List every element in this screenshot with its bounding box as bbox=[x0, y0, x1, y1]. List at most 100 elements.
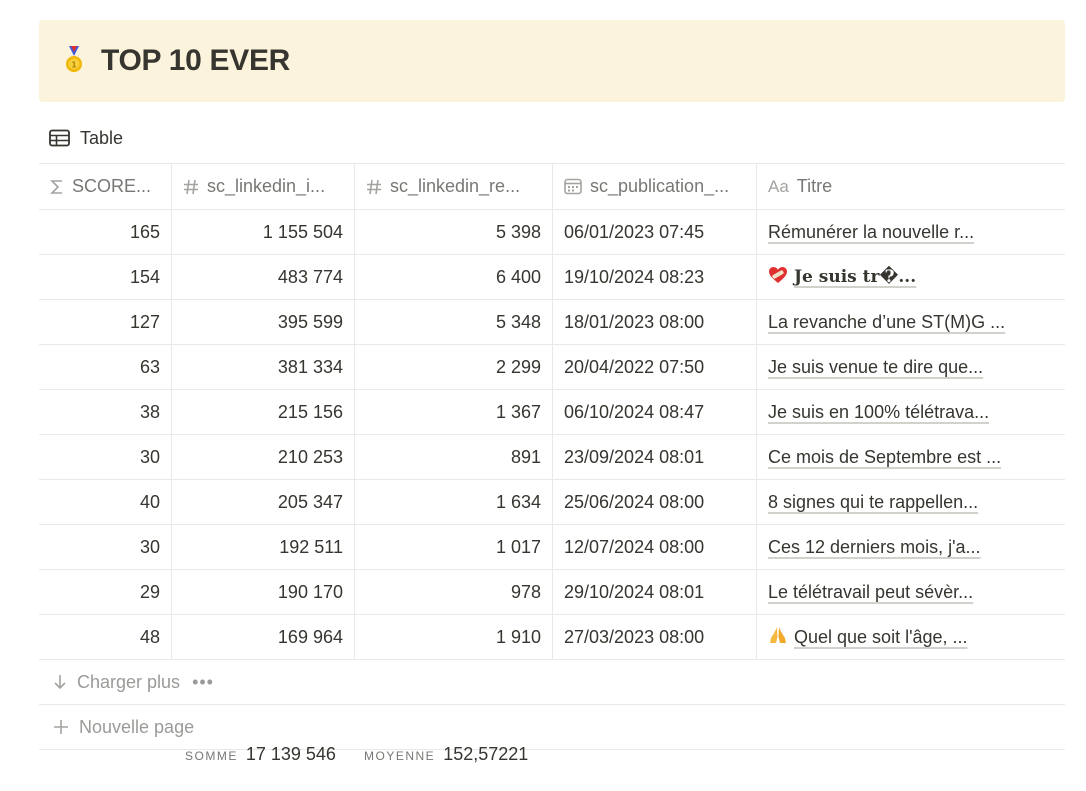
impressions-cell[interactable]: 192 511 bbox=[172, 525, 355, 569]
load-more-button[interactable]: Charger plus ••• bbox=[39, 660, 1065, 705]
impressions-cell[interactable]: 215 156 bbox=[172, 390, 355, 434]
column-header-impressions[interactable]: sc_linkedin_i... bbox=[172, 164, 355, 209]
title-cell[interactable]: Le télétravail peut sévèr... bbox=[757, 570, 1065, 614]
calendar-icon bbox=[564, 178, 582, 195]
score-cell[interactable]: 165 bbox=[39, 210, 172, 254]
column-header-titre[interactable]: Aa Titre bbox=[757, 164, 1065, 209]
impressions-cell[interactable]: 1 155 504 bbox=[172, 210, 355, 254]
score-cell[interactable]: 30 bbox=[39, 435, 172, 479]
row-title[interactable]: La revanche d’une ST(M)G ... bbox=[768, 312, 1005, 333]
table-row[interactable]: 30 210 253 891 23/09/2024 08:01 Ce mois de S… bbox=[39, 435, 1065, 480]
table-row[interactable]: 63 381 334 2 299 20/04/2022 07:50 Je suis ve… bbox=[39, 345, 1065, 390]
column-header-reactions[interactable]: sc_linkedin_re... bbox=[355, 164, 553, 209]
reactions-cell[interactable]: 2 299 bbox=[355, 345, 553, 389]
calc-sum[interactable]: SOMME 17 139 546 bbox=[185, 744, 336, 768]
column-header-publication[interactable]: sc_publication_... bbox=[553, 164, 757, 209]
sigma-icon bbox=[50, 179, 64, 195]
arrow-down-icon bbox=[54, 675, 66, 690]
impressions-cell[interactable]: 169 964 bbox=[172, 615, 355, 659]
impressions-cell[interactable]: 483 774 bbox=[172, 255, 355, 299]
row-title[interactable]: 8 signes qui te rappellen... bbox=[768, 492, 978, 513]
heart-bandage-icon bbox=[768, 266, 788, 289]
score-cell[interactable]: 48 bbox=[39, 615, 172, 659]
table-row[interactable]: 165 1 155 504 5 398 06/01/2023 07:45 Rémunér… bbox=[39, 210, 1065, 255]
table-row[interactable]: 154 483 774 6 400 19/10/2024 08:23 Je suis t… bbox=[39, 255, 1065, 300]
table-body: 165 1 155 504 5 398 06/01/2023 07:45 Rémunér… bbox=[39, 210, 1065, 660]
table-header: SCORE... sc_linkedin_i... sc_linkedin_re… bbox=[39, 163, 1065, 210]
calc-average-label: MOYENNE bbox=[364, 749, 436, 763]
reactions-cell[interactable]: 1 910 bbox=[355, 615, 553, 659]
impressions-cell[interactable]: 381 334 bbox=[172, 345, 355, 389]
reactions-cell[interactable]: 5 348 bbox=[355, 300, 553, 344]
publication-date-cell[interactable]: 06/10/2024 08:47 bbox=[553, 390, 757, 434]
impressions-cell[interactable]: 210 253 bbox=[172, 435, 355, 479]
row-title[interactable]: Rémunérer la nouvelle r... bbox=[768, 222, 974, 243]
reactions-cell[interactable]: 1 367 bbox=[355, 390, 553, 434]
plus-icon bbox=[54, 720, 68, 734]
column-header-score[interactable]: SCORE... bbox=[39, 164, 172, 209]
calc-sum-value: 17 139 546 bbox=[245, 744, 336, 764]
new-page-label: Nouvelle page bbox=[79, 716, 195, 737]
title-cell[interactable]: La revanche d’une ST(M)G ... bbox=[757, 300, 1065, 344]
number-icon bbox=[183, 179, 199, 195]
title-cell[interactable]: 8 signes qui te rappellen... bbox=[757, 480, 1065, 524]
impressions-cell[interactable]: 205 347 bbox=[172, 480, 355, 524]
reactions-cell[interactable]: 5 398 bbox=[355, 210, 553, 254]
row-title[interactable]: Je suis en 100% télétrava... bbox=[768, 402, 989, 423]
view-tab-label: Table bbox=[80, 127, 124, 148]
table-row[interactable]: 127 395 599 5 348 18/01/2023 08:00 La revanc… bbox=[39, 300, 1065, 345]
calc-sum-label: SOMME bbox=[185, 749, 238, 763]
score-cell[interactable]: 38 bbox=[39, 390, 172, 434]
title-cell[interactable]: Rémunérer la nouvelle r... bbox=[757, 210, 1065, 254]
row-title[interactable]: Ce mois de Septembre est ... bbox=[768, 447, 1001, 468]
load-more-label: Charger plus bbox=[77, 671, 181, 692]
database-table: SCORE... sc_linkedin_i... sc_linkedin_re… bbox=[39, 163, 1065, 750]
publication-date-cell[interactable]: 06/01/2023 07:45 bbox=[553, 210, 757, 254]
reactions-cell[interactable]: 978 bbox=[355, 570, 553, 614]
view-tab-table[interactable]: Table bbox=[49, 126, 123, 150]
score-cell[interactable]: 29 bbox=[39, 570, 172, 614]
praying-hands-icon bbox=[768, 625, 788, 650]
publication-date-cell[interactable]: 12/07/2024 08:00 bbox=[553, 525, 757, 569]
publication-date-cell[interactable]: 27/03/2023 08:00 bbox=[553, 615, 757, 659]
row-title[interactable]: Je suis venue te dire que... bbox=[768, 357, 983, 378]
table-row[interactable]: 48 169 964 1 910 27/03/2023 08:00 Quel que s… bbox=[39, 615, 1065, 660]
row-title[interactable]: Le télétravail peut sévèr... bbox=[768, 582, 973, 603]
table-row[interactable]: 40 205 347 1 634 25/06/2024 08:00 8 signes q… bbox=[39, 480, 1065, 525]
row-title[interactable]: Je suis tr�... bbox=[794, 267, 916, 287]
impressions-cell[interactable]: 395 599 bbox=[172, 300, 355, 344]
reactions-cell[interactable]: 891 bbox=[355, 435, 553, 479]
calc-average-value: 152,57221 bbox=[443, 744, 529, 764]
impressions-cell[interactable]: 190 170 bbox=[172, 570, 355, 614]
number-icon bbox=[366, 179, 382, 195]
row-title[interactable]: Ces 12 derniers mois, j'a... bbox=[768, 537, 981, 558]
score-cell[interactable]: 63 bbox=[39, 345, 172, 389]
title-cell[interactable]: Ce mois de Septembre est ... bbox=[757, 435, 1065, 479]
more-options-icon[interactable]: ••• bbox=[192, 672, 214, 693]
title-cell[interactable]: Quel que soit l'âge, ... bbox=[757, 615, 1065, 659]
reactions-cell[interactable]: 1 634 bbox=[355, 480, 553, 524]
svg-text:1: 1 bbox=[71, 61, 77, 70]
publication-date-cell[interactable]: 20/04/2022 07:50 bbox=[553, 345, 757, 389]
title-cell[interactable]: Je suis en 100% télétrava... bbox=[757, 390, 1065, 434]
title-cell[interactable]: Je suis venue te dire que... bbox=[757, 345, 1065, 389]
reactions-cell[interactable]: 1 017 bbox=[355, 525, 553, 569]
calc-average[interactable]: MOYENNE 152,57221 bbox=[364, 744, 528, 768]
publication-date-cell[interactable]: 29/10/2024 08:01 bbox=[553, 570, 757, 614]
publication-date-cell[interactable]: 19/10/2024 08:23 bbox=[553, 255, 757, 299]
score-cell[interactable]: 40 bbox=[39, 480, 172, 524]
score-cell[interactable]: 30 bbox=[39, 525, 172, 569]
page-title: TOP 10 EVER bbox=[101, 44, 291, 77]
reactions-cell[interactable]: 6 400 bbox=[355, 255, 553, 299]
publication-date-cell[interactable]: 25/06/2024 08:00 bbox=[553, 480, 757, 524]
row-title[interactable]: Quel que soit l'âge, ... bbox=[794, 627, 968, 648]
table-row[interactable]: 38 215 156 1 367 06/10/2024 08:47 Je suis en… bbox=[39, 390, 1065, 435]
score-cell[interactable]: 127 bbox=[39, 300, 172, 344]
title-cell[interactable]: Ces 12 derniers mois, j'a... bbox=[757, 525, 1065, 569]
table-row[interactable]: 29 190 170 978 29/10/2024 08:01 Le télétrava… bbox=[39, 570, 1065, 615]
publication-date-cell[interactable]: 18/01/2023 08:00 bbox=[553, 300, 757, 344]
table-row[interactable]: 30 192 511 1 017 12/07/2024 08:00 Ces 12 der… bbox=[39, 525, 1065, 570]
score-cell[interactable]: 154 bbox=[39, 255, 172, 299]
title-cell[interactable]: Je suis tr�... bbox=[757, 255, 1065, 299]
publication-date-cell[interactable]: 23/09/2024 08:01 bbox=[553, 435, 757, 479]
